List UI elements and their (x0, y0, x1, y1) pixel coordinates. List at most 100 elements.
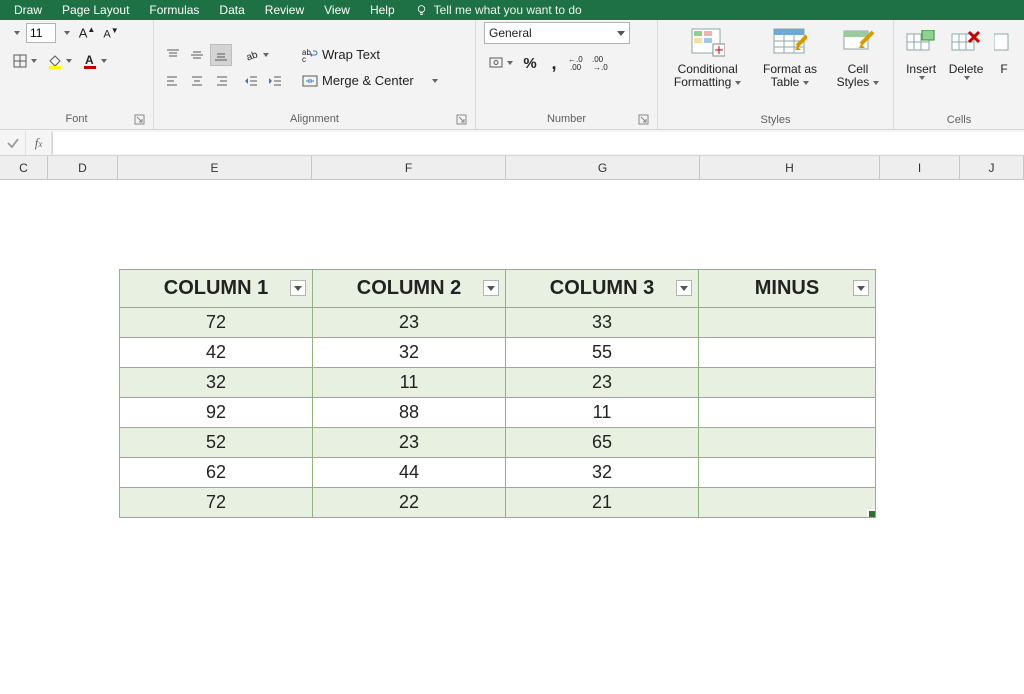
align-left-button[interactable] (162, 70, 184, 92)
menu-review[interactable]: Review (255, 0, 314, 20)
col-header-h[interactable]: H (700, 156, 880, 179)
insert-function-button[interactable]: fx (26, 131, 52, 155)
accounting-format-dropdown[interactable] (484, 52, 517, 74)
table-cell[interactable] (699, 488, 876, 518)
table-cell[interactable] (699, 308, 876, 338)
table-cell[interactable]: 32 (506, 458, 699, 488)
formula-bar: fx (0, 130, 1024, 156)
orientation-dropdown[interactable]: ab (240, 44, 273, 66)
table-cell[interactable]: 42 (120, 338, 313, 368)
checkmark-icon (6, 136, 20, 150)
font-name-dropdown[interactable] (8, 22, 24, 44)
col-header-i[interactable]: I (880, 156, 960, 179)
align-center-button[interactable] (186, 70, 208, 92)
table-cell[interactable]: 32 (120, 368, 313, 398)
align-top-button[interactable] (162, 44, 184, 66)
table-row: 321123 (120, 368, 876, 398)
font-color-dropdown[interactable]: A (78, 50, 111, 72)
table-cell[interactable]: 72 (120, 308, 313, 338)
table-cell[interactable]: 88 (313, 398, 506, 428)
table-cell[interactable]: 72 (120, 488, 313, 518)
formula-input[interactable] (52, 132, 1024, 154)
col-header-c[interactable]: C (0, 156, 48, 179)
wrap-text-button[interactable]: abc Wrap Text (298, 44, 442, 66)
formula-confirm-button[interactable] (0, 131, 26, 155)
border-dropdown[interactable] (8, 50, 41, 72)
dialog-launcher-icon[interactable] (638, 114, 649, 125)
table-cell[interactable] (699, 338, 876, 368)
merge-center-dropdown[interactable]: Merge & Center (298, 70, 442, 92)
number-format-dropdown[interactable]: General (484, 22, 630, 44)
table-cell[interactable]: 23 (506, 368, 699, 398)
increase-indent-button[interactable] (264, 70, 286, 92)
decrease-decimal-button[interactable]: .00→.0 (591, 52, 613, 74)
table-cell[interactable]: 32 (313, 338, 506, 368)
fill-icon (47, 53, 63, 69)
font-size-input[interactable] (26, 23, 56, 43)
table-cell[interactable]: 55 (506, 338, 699, 368)
grow-font-button[interactable]: A▲ (76, 22, 98, 44)
table-cell[interactable]: 62 (120, 458, 313, 488)
conditional-formatting-button[interactable]: Conditional Formatting (666, 22, 749, 114)
menu-page-layout[interactable]: Page Layout (52, 0, 139, 20)
filter-dropdown-icon[interactable] (483, 280, 499, 296)
format-as-table-button[interactable]: Format as Table (755, 22, 825, 114)
table-cell[interactable] (699, 428, 876, 458)
percent-button[interactable]: % (519, 52, 541, 74)
format-button[interactable]: F (992, 22, 1016, 114)
delete-button[interactable]: Delete (946, 22, 986, 114)
table-cell[interactable]: 92 (120, 398, 313, 428)
worksheet-grid[interactable]: COLUMN 1 COLUMN 2 COLUMN 3 MINUS 7223334… (0, 180, 1024, 694)
col-header-j[interactable]: J (960, 156, 1024, 179)
table-cell[interactable] (699, 398, 876, 428)
menu-draw[interactable]: Draw (4, 0, 52, 20)
table-header[interactable]: MINUS (699, 270, 876, 308)
table-resize-handle[interactable] (867, 509, 875, 517)
menu-formulas[interactable]: Formulas (139, 0, 209, 20)
table-cell[interactable]: 11 (506, 398, 699, 428)
col-header-e[interactable]: E (118, 156, 312, 179)
menu-help[interactable]: Help (360, 0, 405, 20)
comma-button[interactable]: , (543, 52, 565, 74)
fill-color-dropdown[interactable] (43, 50, 76, 72)
align-right-button[interactable] (210, 70, 232, 92)
align-middle-button[interactable] (186, 44, 208, 66)
align-bottom-icon (213, 47, 229, 63)
merge-icon (302, 73, 318, 89)
table-header[interactable]: COLUMN 3 (506, 270, 699, 308)
menu-data[interactable]: Data (209, 0, 254, 20)
table-cell[interactable] (699, 458, 876, 488)
format-icon (994, 30, 1014, 56)
decrease-indent-button[interactable] (240, 70, 262, 92)
col-header-d[interactable]: D (48, 156, 118, 179)
table-cell[interactable]: 33 (506, 308, 699, 338)
table-cell[interactable]: 23 (313, 308, 506, 338)
increase-decimal-button[interactable]: ←.0.00 (567, 52, 589, 74)
table-cell[interactable]: 65 (506, 428, 699, 458)
col-header-g[interactable]: G (506, 156, 700, 179)
shrink-font-button[interactable]: A▼ (100, 22, 122, 44)
dialog-launcher-icon[interactable] (134, 114, 145, 125)
tell-me[interactable]: Tell me what you want to do (405, 3, 592, 17)
svg-text:.00: .00 (570, 63, 582, 71)
table-cell[interactable]: 52 (120, 428, 313, 458)
col-header-f[interactable]: F (312, 156, 506, 179)
align-bottom-button[interactable] (210, 44, 232, 66)
table-cell[interactable]: 23 (313, 428, 506, 458)
table-cell[interactable]: 11 (313, 368, 506, 398)
table-header[interactable]: COLUMN 2 (313, 270, 506, 308)
filter-dropdown-icon[interactable] (676, 280, 692, 296)
align-left-icon (165, 73, 181, 89)
cell-styles-button[interactable]: Cell Styles (831, 22, 885, 114)
table-cell[interactable] (699, 368, 876, 398)
insert-button[interactable]: Insert (902, 22, 940, 114)
table-header[interactable]: COLUMN 1 (120, 270, 313, 308)
table-cell[interactable]: 44 (313, 458, 506, 488)
dialog-launcher-icon[interactable] (456, 114, 467, 125)
table-cell[interactable]: 21 (506, 488, 699, 518)
menu-view[interactable]: View (314, 0, 360, 20)
filter-dropdown-icon[interactable] (290, 280, 306, 296)
filter-dropdown-icon[interactable] (853, 280, 869, 296)
font-size-dropdown[interactable] (58, 22, 74, 44)
table-cell[interactable]: 22 (313, 488, 506, 518)
